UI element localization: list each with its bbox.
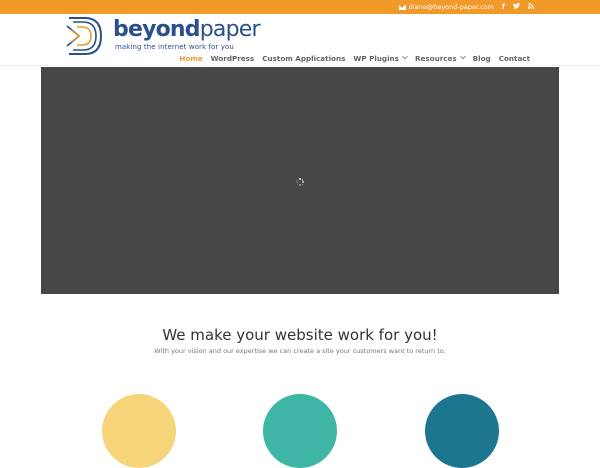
logo-mark-icon (66, 17, 103, 55)
facebook-icon[interactable]: f (502, 0, 505, 14)
nav-item-custom-applications[interactable]: Custom Applications (258, 54, 349, 63)
chevron-down-icon (402, 53, 408, 60)
nav-label: WordPress (210, 53, 255, 63)
twitter-icon[interactable] (513, 0, 520, 14)
site-header: beyondpaper making the internet work for… (0, 14, 600, 66)
feature-circle[interactable] (102, 394, 176, 468)
nav-label: Home (179, 53, 203, 63)
spinner-icon (296, 178, 304, 186)
brand-light: paper (199, 17, 261, 42)
top-bar: diane@beyond-paper.com f (0, 0, 600, 14)
nav-item-home[interactable]: Home (175, 54, 206, 63)
nav-label: WP Plugins (353, 53, 399, 63)
logo-tagline: making the internet work for you (115, 43, 234, 51)
nav-label: Contact (498, 53, 530, 63)
email-link[interactable]: diane@beyond-paper.com (398, 0, 494, 14)
rss-icon[interactable] (528, 0, 534, 14)
chevron-down-icon (459, 53, 466, 60)
nav-item-wp-plugins[interactable]: WP Plugins (349, 54, 411, 63)
nav-label: Resources (414, 53, 457, 63)
intro-headline: We make your website work for you! (162, 326, 438, 344)
nav-item-resources[interactable]: Resources (411, 54, 469, 63)
brand-bold: beyond (113, 17, 201, 42)
nav-label: Blog (472, 53, 491, 63)
social-links: f (502, 0, 534, 14)
email-text: diane@beyond-paper.com (408, 3, 494, 11)
envelope-icon (398, 4, 406, 10)
feature-circle[interactable] (425, 394, 499, 468)
brand-name: beyondpaper (113, 16, 261, 44)
nav-item-blog[interactable]: Blog (469, 54, 495, 63)
nav-label: Custom Applications (262, 53, 346, 63)
nav-item-wordpress[interactable]: WordPress (207, 54, 259, 63)
nav-item-contact[interactable]: Contact (495, 54, 534, 63)
main-nav: Home WordPress Custom Applications WP Pl… (175, 52, 534, 64)
intro-subline: With your vision and our expertise we ca… (154, 347, 446, 355)
feature-circle[interactable] (263, 394, 337, 468)
